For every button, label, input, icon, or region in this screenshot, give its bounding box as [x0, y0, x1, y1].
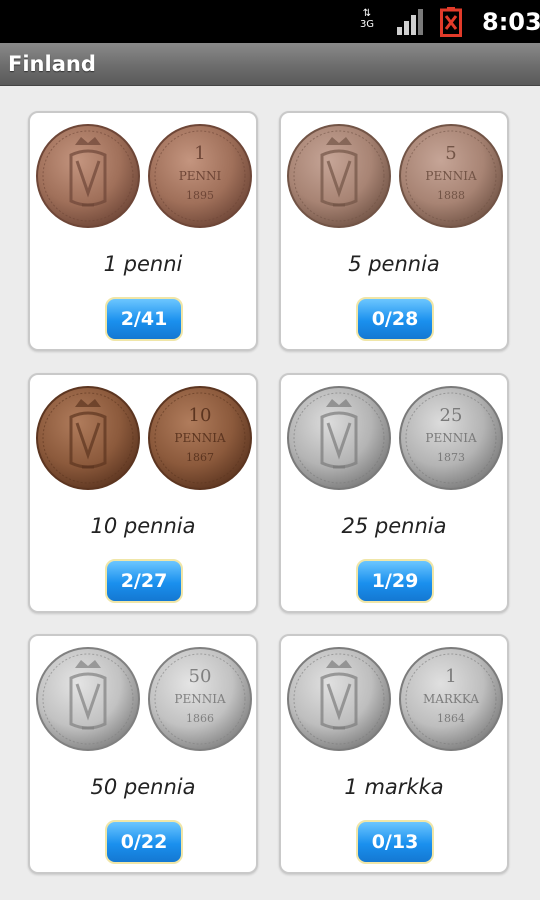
data-arrows-icon: ⇅: [362, 8, 372, 19]
status-bar: ⇅ 3G 8:03: [0, 0, 540, 43]
coin-name: 50 pennia: [90, 775, 196, 799]
collection-count-button[interactable]: 0/13: [356, 820, 434, 864]
coin-reverse-image: 5 PENNIA 1888: [399, 124, 503, 228]
page-title: Finland: [8, 52, 96, 76]
app-title-bar: Finland: [0, 43, 540, 86]
coin-reverse-text: 50: [189, 666, 212, 687]
coin-reverse-text: 1867: [186, 451, 214, 464]
battery-alert-icon: [440, 7, 462, 37]
network-type-label: 3G: [359, 19, 375, 30]
collection-count-button[interactable]: 2/41: [105, 297, 183, 341]
coin-obverse-image: [287, 386, 391, 490]
coin-reverse-text: 1888: [437, 189, 465, 202]
network-3g-icon: ⇅ 3G: [356, 8, 378, 36]
coin-card[interactable]: 1 PENNI 1895 1 penni 2/41: [28, 111, 258, 351]
coin-card[interactable]: 5 PENNIA 1888 5 pennia 0/28: [279, 111, 509, 351]
coin-name: 1 penni: [103, 252, 183, 276]
coin-obverse-image: [287, 124, 391, 228]
coin-reverse-image: 50 PENNIA 1866: [148, 647, 252, 751]
coin-name: 10 pennia: [90, 514, 196, 538]
coin-card[interactable]: 10 PENNIA 1867 10 pennia 2/27: [28, 373, 258, 613]
coin-reverse-text: MARKKA: [423, 692, 479, 706]
coin-reverse-image: 1 MARKKA 1864: [399, 647, 503, 751]
coin-obverse-image: [287, 647, 391, 751]
coin-reverse-text: PENNIA: [174, 431, 226, 445]
coin-reverse-text: 1866: [186, 712, 214, 725]
collection-count-button[interactable]: 0/28: [356, 297, 434, 341]
coin-reverse-text: 10: [189, 405, 212, 426]
coin-reverse-image: 25 PENNIA 1873: [399, 386, 503, 490]
signal-strength-icon: [397, 9, 423, 35]
coin-reverse-text: PENNIA: [174, 692, 226, 706]
coin-reverse-text: 1895: [186, 189, 214, 202]
coin-obverse-image: [36, 124, 140, 228]
coin-obverse-image: [36, 647, 140, 751]
clock: 8:03: [482, 8, 540, 36]
coin-reverse-text: 5: [445, 143, 456, 164]
collection-count-button[interactable]: 2/27: [105, 559, 183, 603]
collection-count-button[interactable]: 1/29: [356, 559, 434, 603]
coin-card[interactable]: 25 PENNIA 1873 25 pennia 1/29: [279, 373, 509, 613]
coin-name: 5 pennia: [348, 252, 440, 276]
coin-reverse-text: 25: [440, 405, 463, 426]
coin-reverse-text: PENNIA: [425, 169, 477, 183]
coin-card[interactable]: 1 MARKKA 1864 1 markka 0/13: [279, 634, 509, 874]
coin-reverse-image: 10 PENNIA 1867: [148, 386, 252, 490]
coin-obverse-image: [36, 386, 140, 490]
coin-reverse-text: 1: [445, 666, 456, 687]
coin-name: 25 pennia: [341, 514, 447, 538]
coin-reverse-text: 1864: [437, 712, 465, 725]
collection-count-button[interactable]: 0/22: [105, 820, 183, 864]
coin-reverse-text: PENNIA: [425, 431, 477, 445]
coin-card[interactable]: 50 PENNIA 1866 50 pennia 0/22: [28, 634, 258, 874]
coin-reverse-text: 1873: [437, 451, 465, 464]
coin-name: 1 markka: [344, 775, 444, 799]
coin-reverse-image: 1 PENNI 1895: [148, 124, 252, 228]
coin-reverse-text: PENNI: [179, 169, 222, 183]
coin-reverse-text: 1: [194, 143, 205, 164]
